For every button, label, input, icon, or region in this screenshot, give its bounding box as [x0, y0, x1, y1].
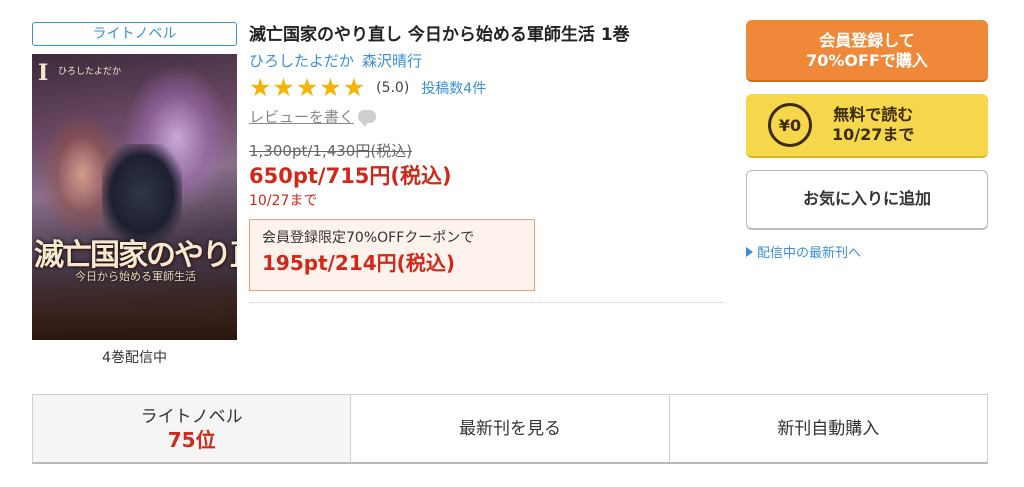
view-latest-button[interactable]: 最新刊を見る [351, 395, 670, 462]
register-button-line2: 70%OFFで購入 [806, 51, 928, 70]
write-review-row: レビューを書く [249, 105, 723, 127]
add-favorite-button[interactable]: お気に入りに追加 [746, 170, 988, 230]
star-icon: ★ [272, 73, 295, 102]
auto-purchase-button[interactable]: 新刊自動購入 [670, 395, 987, 462]
author-link[interactable]: ひろしたよだか [249, 52, 354, 70]
rating-value: (5.0) [376, 80, 410, 96]
author-link[interactable]: 森沢晴行 [362, 52, 422, 70]
bottom-action-bar: ライトノベル 75位 最新刊を見る 新刊自動購入 [32, 394, 988, 464]
volumes-available-note: 4巻配信中 [102, 350, 167, 366]
rating-row: ★ ★ ★ ★ ★ (5.0) 投稿数4件 [249, 75, 723, 101]
sale-end-date: 10/27まで [249, 193, 318, 209]
latest-volume-link[interactable]: 配信中の最新刊へ [746, 242, 988, 261]
coupon-box: 会員登録限定70%OFFクーポンで 195pt/214円(税込) [249, 219, 535, 291]
star-icon: ★ [295, 73, 319, 102]
cover-volume-mark: I [38, 60, 49, 86]
book-details: 滅亡国家のやり直し 今日から始める軍師生活 1巻 ひろしたよだか 森沢晴行 ★ ★… [249, 22, 723, 303]
star-icon: ★ [249, 73, 272, 102]
read-free-line1: 無料で読む [833, 105, 914, 124]
sale-price: 650pt/715円(税込) [249, 164, 452, 188]
star-icon: ★ [342, 73, 366, 102]
review-count-link[interactable]: 投稿数4件 [421, 78, 486, 98]
author-list: ひろしたよだか 森沢晴行 [249, 50, 723, 72]
ranking-button[interactable]: ライトノベル 75位 [33, 395, 352, 462]
read-free-button[interactable]: ¥0 無料で読む 10/27まで [746, 94, 988, 158]
divider [249, 302, 723, 303]
register-purchase-button[interactable]: 会員登録して 70%OFFで購入 [746, 20, 988, 82]
coupon-label: 会員登録限定70%OFFクーポンで [262, 230, 475, 246]
cover-author: ひろしたよだか [58, 67, 122, 77]
triangle-right-icon [746, 246, 753, 257]
cover-column: ライトノベル I ひろしたよだか 滅亡国家のやり直し 今日から始める軍師生活 4… [32, 22, 237, 367]
write-review-link[interactable]: レビューを書く [249, 106, 354, 127]
book-cover-image[interactable]: I ひろしたよだか 滅亡国家のやり直し 今日から始める軍師生活 [32, 54, 237, 340]
category-badge[interactable]: ライトノベル [32, 22, 237, 46]
read-free-line2: 10/27まで [832, 125, 915, 144]
yen-zero-icon: ¥0 [768, 103, 812, 147]
rating-stars: ★ ★ ★ ★ ★ [249, 75, 366, 101]
cover-art-hero [102, 144, 182, 244]
book-title: 滅亡国家のやり直し 今日から始める軍師生活 1巻 [249, 25, 630, 45]
coupon-price: 195pt/214円(税込) [262, 251, 455, 275]
ranking-category: ライトノベル [140, 406, 243, 427]
latest-volume-link-label: 配信中の最新刊へ [757, 246, 862, 261]
view-latest-label: 最新刊を見る [458, 418, 561, 439]
action-column: 会員登録して 70%OFFで購入 ¥0 無料で読む 10/27まで お気に入りに… [746, 20, 988, 261]
ranking-value: 75位 [167, 427, 216, 452]
auto-purchase-label: 新刊自動購入 [777, 418, 880, 439]
original-price: 1,300pt/1,430円(税込) [249, 142, 413, 160]
read-free-text: 無料で読む 10/27まで [832, 105, 914, 145]
cover-subtitle: 今日から始める軍師生活 [75, 270, 196, 283]
star-icon: ★ [319, 73, 342, 102]
register-button-line1: 会員登録して [819, 31, 915, 50]
comment-icon [358, 109, 377, 127]
